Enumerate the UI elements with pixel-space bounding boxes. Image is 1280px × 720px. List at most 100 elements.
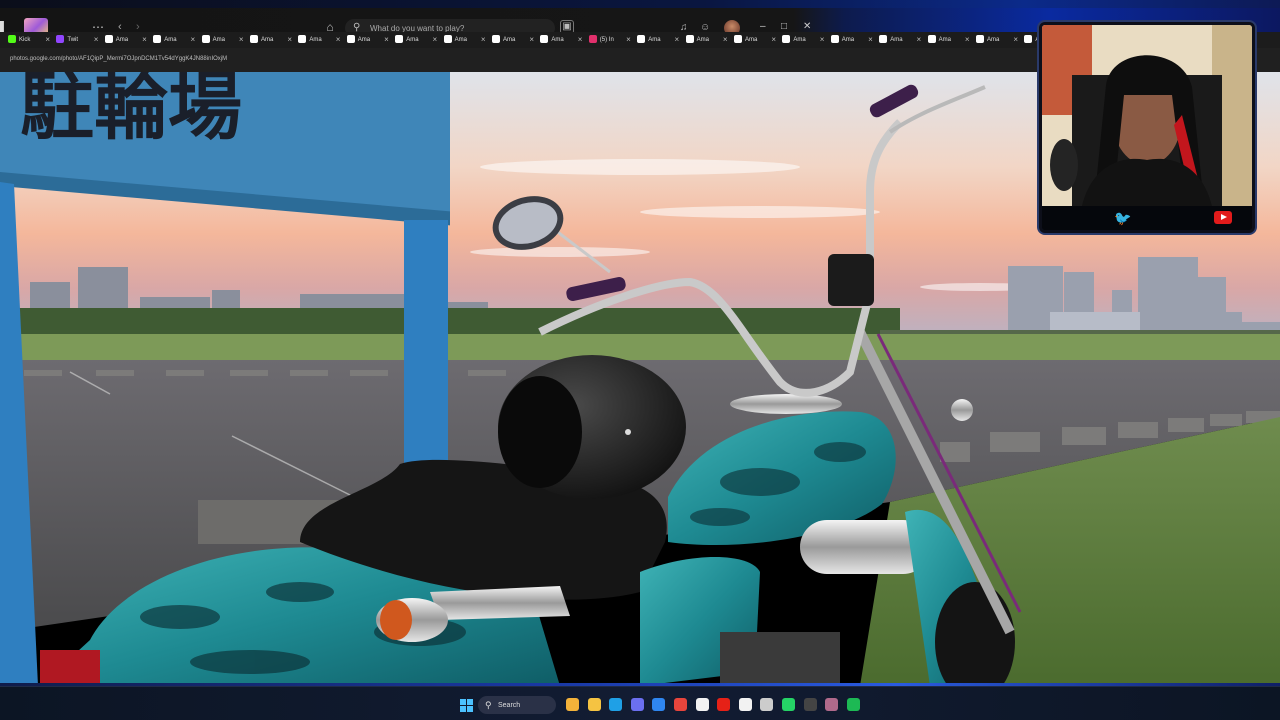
windows-taskbar: ⚲ Search [0, 686, 1280, 720]
tab-label: Ama [503, 37, 516, 43]
tab-favicon-icon [879, 35, 888, 43]
phone-mount [828, 254, 874, 306]
browser-tab[interactable]: Ama × [685, 32, 728, 48]
tab-label: Ama [406, 37, 419, 43]
tab-label: (5) In [599, 37, 614, 43]
file-explorer-icon[interactable] [587, 698, 601, 711]
tank-chrome-cap [730, 394, 842, 414]
tab-label: Ama [261, 37, 274, 43]
tab-label: Ama [164, 37, 177, 43]
taskbar-search-label: Search [498, 702, 521, 709]
tab-label: Ama [938, 37, 951, 43]
tab-label: Ama [212, 37, 225, 43]
edge-icon[interactable] [609, 698, 623, 711]
tab-favicon-icon [56, 35, 65, 43]
browser-tab[interactable]: Ama × [734, 32, 776, 48]
amber-lens [380, 600, 412, 640]
browser-tab[interactable]: Ama × [346, 32, 389, 48]
tab-label: Ama [454, 37, 467, 43]
tab-close-icon[interactable]: × [626, 32, 631, 48]
tab-close-icon[interactable]: × [142, 32, 147, 48]
tab-close-icon[interactable]: × [94, 32, 99, 48]
browser-tab[interactable]: Ama × [298, 32, 340, 48]
browser-tab[interactable]: Ama × [830, 32, 873, 48]
browser-tab[interactable]: Ama × [782, 32, 824, 48]
close-window-icon[interactable]: ✕ [803, 21, 811, 32]
tree-line [0, 308, 900, 336]
webcam-overlay: 🐦 [1039, 22, 1255, 233]
tab-close-icon[interactable]: × [287, 32, 292, 48]
windows-start-icon[interactable] [460, 699, 473, 712]
browser-tab[interactable]: Ama × [879, 32, 921, 48]
tab-favicon-icon [976, 35, 984, 43]
tab-close-icon[interactable]: × [675, 32, 680, 48]
browser-tab[interactable]: Ama × [250, 32, 292, 48]
taskbar-search[interactable]: ⚲ Search [478, 696, 556, 714]
tab-close-icon[interactable]: × [820, 32, 825, 48]
tab-favicon-icon [153, 35, 162, 43]
tab-close-icon[interactable]: × [239, 32, 244, 48]
youtube-icon[interactable] [1214, 211, 1232, 224]
tab-label: Ama [793, 37, 806, 43]
tab-close-icon[interactable]: × [336, 32, 341, 48]
chrome-knob [951, 399, 973, 421]
youtube-icon[interactable] [717, 698, 731, 711]
tab-close-icon[interactable]: × [529, 32, 534, 48]
widgets-icon[interactable] [566, 698, 579, 711]
obs-icon[interactable] [803, 698, 817, 711]
browser-tab[interactable]: Ama × [540, 32, 582, 48]
browser-tab[interactable]: Ama × [927, 32, 970, 48]
tab-favicon-icon [443, 35, 452, 43]
browser-tab[interactable]: Twit × [56, 32, 98, 48]
tab-label: Ama [309, 37, 322, 43]
twitter-icon[interactable]: 🐦 [1114, 210, 1132, 226]
url-text[interactable]: photos.google.com/photo/AF1QipP_Mermi7OJ… [10, 56, 227, 62]
tab-label: Ama [745, 37, 758, 43]
tab-label: Ama [890, 37, 903, 43]
capcut-icon[interactable] [738, 698, 752, 711]
tab-label: Ama [987, 37, 1000, 43]
copilot-icon[interactable] [630, 698, 644, 711]
tab-favicon-icon [8, 35, 16, 43]
sign-text: 駐輪場 [20, 72, 242, 150]
tab-close-icon[interactable]: × [917, 32, 922, 48]
browser-tab[interactable]: Ama × [443, 32, 486, 48]
browser-tab[interactable]: Ama × [976, 32, 1018, 48]
spotify-icon[interactable] [846, 698, 860, 711]
github-icon[interactable] [760, 698, 774, 711]
browser-tab[interactable]: Ama × [637, 32, 679, 48]
tab-favicon-icon [637, 35, 646, 43]
minimize-icon[interactable]: – [760, 21, 766, 32]
tab-close-icon[interactable]: × [723, 32, 728, 48]
social-bar: 🐦 [1042, 206, 1252, 230]
chrome-icon[interactable] [674, 698, 687, 711]
tab-favicon-icon [298, 35, 307, 43]
tab-label: Twit [67, 37, 79, 43]
browser-tab[interactable]: Kick × [8, 32, 50, 48]
tab-close-icon[interactable]: × [868, 32, 873, 48]
tab-favicon-icon [346, 35, 355, 43]
tab-close-icon[interactable]: × [965, 32, 970, 48]
tab-close-icon[interactable]: × [578, 32, 583, 48]
engine-block [720, 632, 840, 686]
tab-close-icon[interactable]: × [771, 32, 776, 48]
tab-close-icon[interactable]: × [1013, 32, 1018, 48]
maximize-icon[interactable]: □ [781, 21, 787, 32]
tab-close-icon[interactable]: × [191, 32, 196, 48]
tab-favicon-icon [492, 35, 500, 43]
tab-favicon-icon [104, 35, 113, 43]
browser-tab[interactable]: Ama × [395, 32, 437, 48]
browser-tab[interactable]: Ama × [104, 32, 147, 48]
whatsapp-icon[interactable] [782, 698, 795, 711]
browser-tab[interactable]: Ama × [492, 32, 534, 48]
calendar-icon[interactable] [695, 698, 709, 711]
tab-close-icon[interactable]: × [481, 32, 486, 48]
tab-close-icon[interactable]: × [45, 32, 50, 48]
browser-tab[interactable]: (5) In × [588, 32, 631, 48]
tab-close-icon[interactable]: × [433, 32, 438, 48]
discord-profile-icon[interactable] [825, 698, 839, 711]
browser-tab[interactable]: Ama × [201, 32, 244, 48]
tab-close-icon[interactable]: × [384, 32, 389, 48]
browser-tab[interactable]: Ama × [153, 32, 195, 48]
store-icon[interactable] [652, 698, 666, 711]
